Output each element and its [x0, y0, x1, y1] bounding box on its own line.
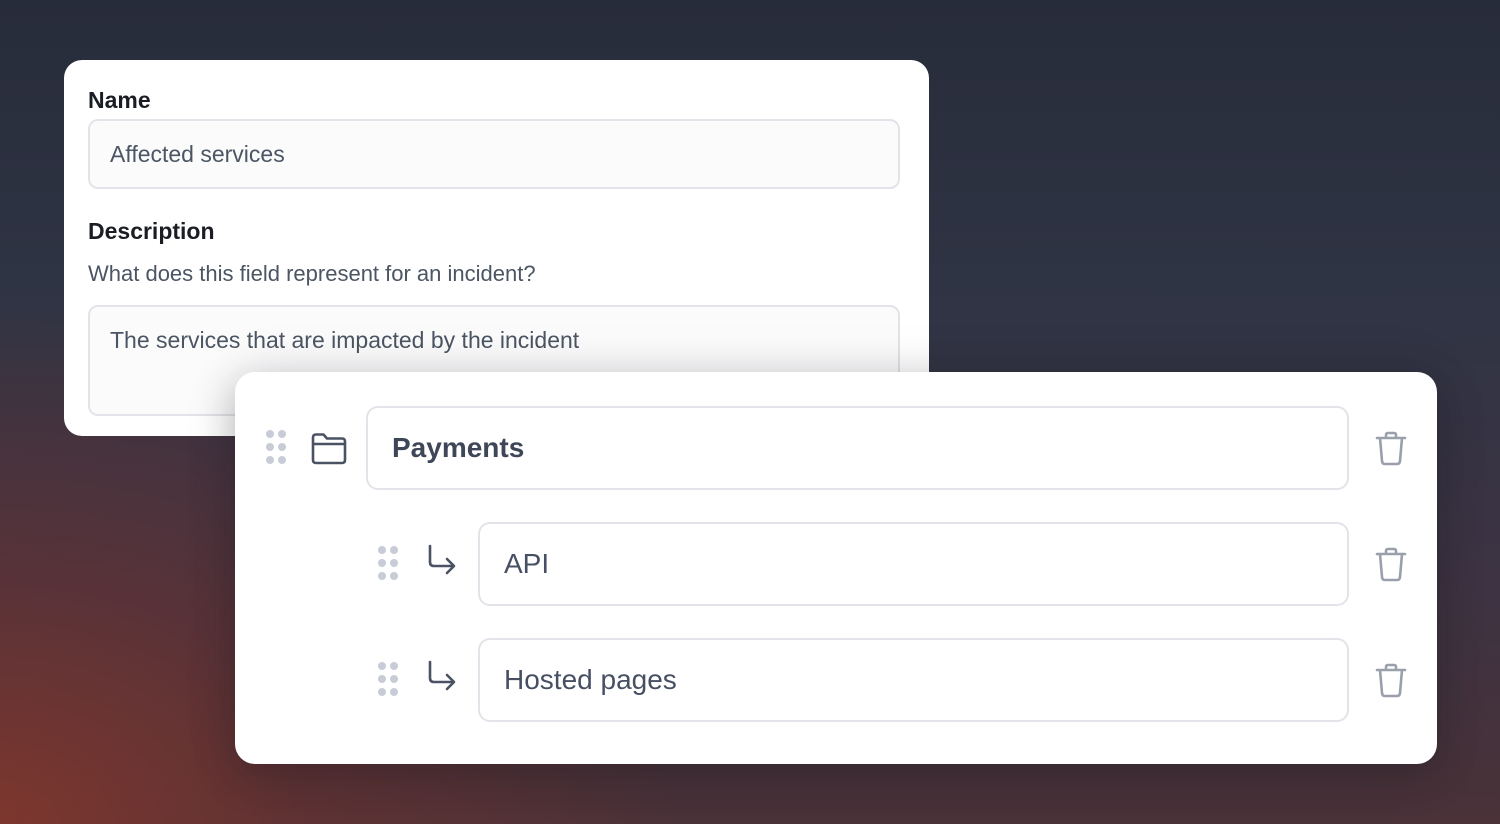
- trash-icon[interactable]: [1373, 546, 1409, 582]
- trash-icon[interactable]: [1373, 662, 1409, 698]
- option-row-child: API: [235, 522, 1437, 606]
- description-label: Description: [88, 218, 215, 244]
- option-input-payments[interactable]: Payments: [366, 406, 1349, 490]
- option-input-hosted-pages[interactable]: Hosted pages: [478, 638, 1349, 722]
- option-row-parent: Payments: [235, 406, 1437, 490]
- arrow-return-icon: [422, 658, 462, 698]
- arrow-return-icon: [422, 542, 462, 582]
- option-input-api[interactable]: API: [478, 522, 1349, 606]
- name-input[interactable]: Affected services: [88, 119, 900, 189]
- folder-icon: [309, 428, 349, 468]
- option-row-child: Hosted pages: [235, 638, 1437, 722]
- options-card: Payments API Hosted pages: [235, 372, 1437, 764]
- description-helper-text: What does this field represent for an in…: [88, 261, 536, 286]
- drag-handle-icon[interactable]: [378, 662, 400, 698]
- drag-handle-icon[interactable]: [378, 546, 400, 582]
- drag-handle-icon[interactable]: [266, 430, 288, 466]
- name-label: Name: [88, 87, 151, 113]
- trash-icon[interactable]: [1373, 430, 1409, 466]
